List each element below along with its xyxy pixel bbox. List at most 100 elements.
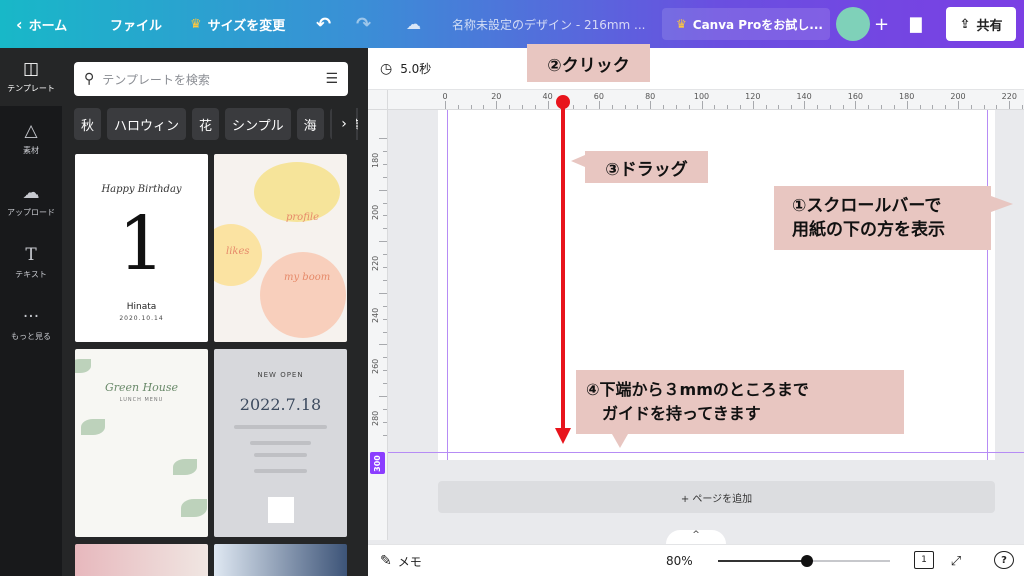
ruler-tick <box>778 105 780 109</box>
undo-icon[interactable]: ↶ <box>316 0 331 48</box>
chip-autumn[interactable]: 秋 <box>74 108 102 140</box>
rail-item-more[interactable]: ··· もっと見る <box>0 296 62 354</box>
share-button[interactable]: ⇪ 共有 <box>946 7 1016 41</box>
ruler-tick <box>383 176 387 178</box>
cloud-save-icon[interactable]: ☁ <box>406 0 421 48</box>
template-search-input[interactable]: ⚲ テンプレートを検索 ☰ <box>74 62 348 96</box>
upload-share-icon: ⇪ <box>959 16 971 32</box>
filter-icon[interactable]: ☰ <box>325 71 338 87</box>
file-menu[interactable]: ファイル <box>110 0 162 48</box>
chip-sea[interactable]: 海 <box>296 108 324 140</box>
template-thumbnail-birthday[interactable]: Happy Birthday 1 Hinata 2020.10.14 <box>75 154 208 342</box>
page-count-button[interactable]: 1 <box>914 551 934 569</box>
ruler-tick <box>893 105 895 109</box>
home-button[interactable]: ‹ ホーム <box>16 0 67 48</box>
rail-label: 素材 <box>23 145 39 155</box>
rail-item-elements[interactable]: △ 素材 <box>0 110 62 168</box>
help-button[interactable]: ? <box>994 551 1014 569</box>
ruler-tick <box>983 105 985 109</box>
resize-button[interactable]: ♛ サイズを変更 <box>190 0 285 48</box>
ruler-tick <box>383 434 387 436</box>
insights-icon[interactable]: ▇ <box>910 0 922 48</box>
template-text: Hinata <box>126 302 157 312</box>
zoom-label: 80% <box>666 554 693 568</box>
ruler-tick <box>611 105 613 109</box>
ruler-h-label: 200 <box>950 92 966 101</box>
template-text: 2022.7.18 <box>239 395 322 414</box>
timer-label: 5.0秒 <box>400 62 432 76</box>
ruler-tick <box>379 189 387 191</box>
top-bar: ‹ ホーム ファイル ♛ サイズを変更 ↶ ↷ ☁ 名称未設定のデザイン - 2… <box>0 0 1024 48</box>
template-text: my boom <box>284 272 331 283</box>
rail-label: もっと見る <box>11 331 51 341</box>
ruler-tick <box>958 101 959 109</box>
ruler-tick <box>470 105 472 109</box>
more-icon: ··· <box>22 306 40 327</box>
rail-item-templates[interactable]: ◫ テンプレート <box>0 48 62 106</box>
chip-flower[interactable]: 花 <box>192 108 220 140</box>
zoom-slider-handle[interactable] <box>801 555 814 567</box>
ruler-tick <box>496 101 498 109</box>
zoom-slider[interactable] <box>718 555 890 567</box>
decor-blob <box>260 252 346 338</box>
chevron-left-icon: ‹ <box>16 14 23 34</box>
search-placeholder: テンプレートを検索 <box>102 72 210 87</box>
ruler-h-label: 60 <box>593 92 604 101</box>
leaf-decor <box>181 499 207 517</box>
ruler-tick <box>945 105 947 109</box>
canva-pro-button[interactable]: ♛ Canva Proをお試し... <box>662 8 830 40</box>
ruler-tick <box>379 241 387 243</box>
annotation-text: ②クリック <box>547 55 630 76</box>
template-thumbnail-profile[interactable]: profile likes my boom <box>214 154 347 342</box>
chevron-up-icon: ^ <box>692 530 700 540</box>
add-member-icon[interactable]: + <box>874 0 889 48</box>
annotation-click: ②クリック <box>527 44 650 82</box>
callout-tail <box>612 434 628 448</box>
zoom-level[interactable]: 80% <box>666 545 693 576</box>
ruler-h-label: 20 <box>491 92 502 101</box>
template-thumbnail-lunch-menu[interactable]: Green House LUNCH MENU <box>75 349 208 537</box>
chip-simple[interactable]: シンプル <box>225 108 291 140</box>
template-text: likes <box>226 246 250 257</box>
rail-item-uploads[interactable]: ☁ アップロード <box>0 172 62 230</box>
ruler-guide-line[interactable] <box>388 452 1024 453</box>
fullscreen-icon[interactable]: ⤢ <box>946 551 966 571</box>
ruler-v-label: 280 <box>371 410 380 426</box>
add-page-button[interactable]: + ページを追加 <box>438 481 995 513</box>
ruler-tick <box>383 150 387 152</box>
template-thumbnail[interactable] <box>214 544 347 576</box>
margin-line <box>447 110 448 460</box>
horizontal-ruler[interactable]: 0 20 40 60 80 100 120 140 160 180 200 220 <box>388 90 1024 110</box>
qr-code <box>268 497 294 523</box>
redo-icon[interactable]: ↷ <box>356 0 371 48</box>
ruler-tick <box>379 292 387 294</box>
ruler-tick <box>765 105 767 109</box>
ruler-tick <box>534 105 536 109</box>
ruler-tick <box>932 105 934 109</box>
ruler-tick <box>727 105 729 109</box>
notes-button[interactable]: ✎ メモ <box>380 545 422 576</box>
ruler-tick <box>970 105 972 109</box>
share-label: 共有 <box>976 18 1003 34</box>
callout-tail <box>991 196 1013 212</box>
ruler-tick <box>379 138 387 139</box>
timing-button[interactable]: ◷ 5.0秒 <box>380 60 431 77</box>
pro-label: Canva Proをお試し... <box>692 17 823 32</box>
chevron-right-icon[interactable]: › <box>332 108 356 140</box>
ruler-tick <box>383 163 387 165</box>
template-thumbnail[interactable] <box>75 544 208 576</box>
rail-label: テンプレート <box>7 83 55 93</box>
page-count: 1 <box>921 555 927 565</box>
ruler-tick <box>383 318 387 320</box>
avatar[interactable] <box>836 7 870 41</box>
document-title[interactable]: 名称未設定のデザイン - 216mm ... <box>452 0 646 48</box>
show-pages-button[interactable]: ^ <box>666 530 726 544</box>
template-text: Happy Birthday <box>101 184 182 195</box>
chip-halloween[interactable]: ハロウィン <box>107 108 187 140</box>
ruler-tick <box>842 105 844 109</box>
rail-item-text[interactable]: T テキスト <box>0 234 62 292</box>
ruler-tick <box>383 421 387 423</box>
ruler-tick <box>1009 101 1011 109</box>
ruler-tick <box>445 101 446 109</box>
template-thumbnail-new-open[interactable]: NEW OPEN 2022.7.18 <box>214 349 347 537</box>
